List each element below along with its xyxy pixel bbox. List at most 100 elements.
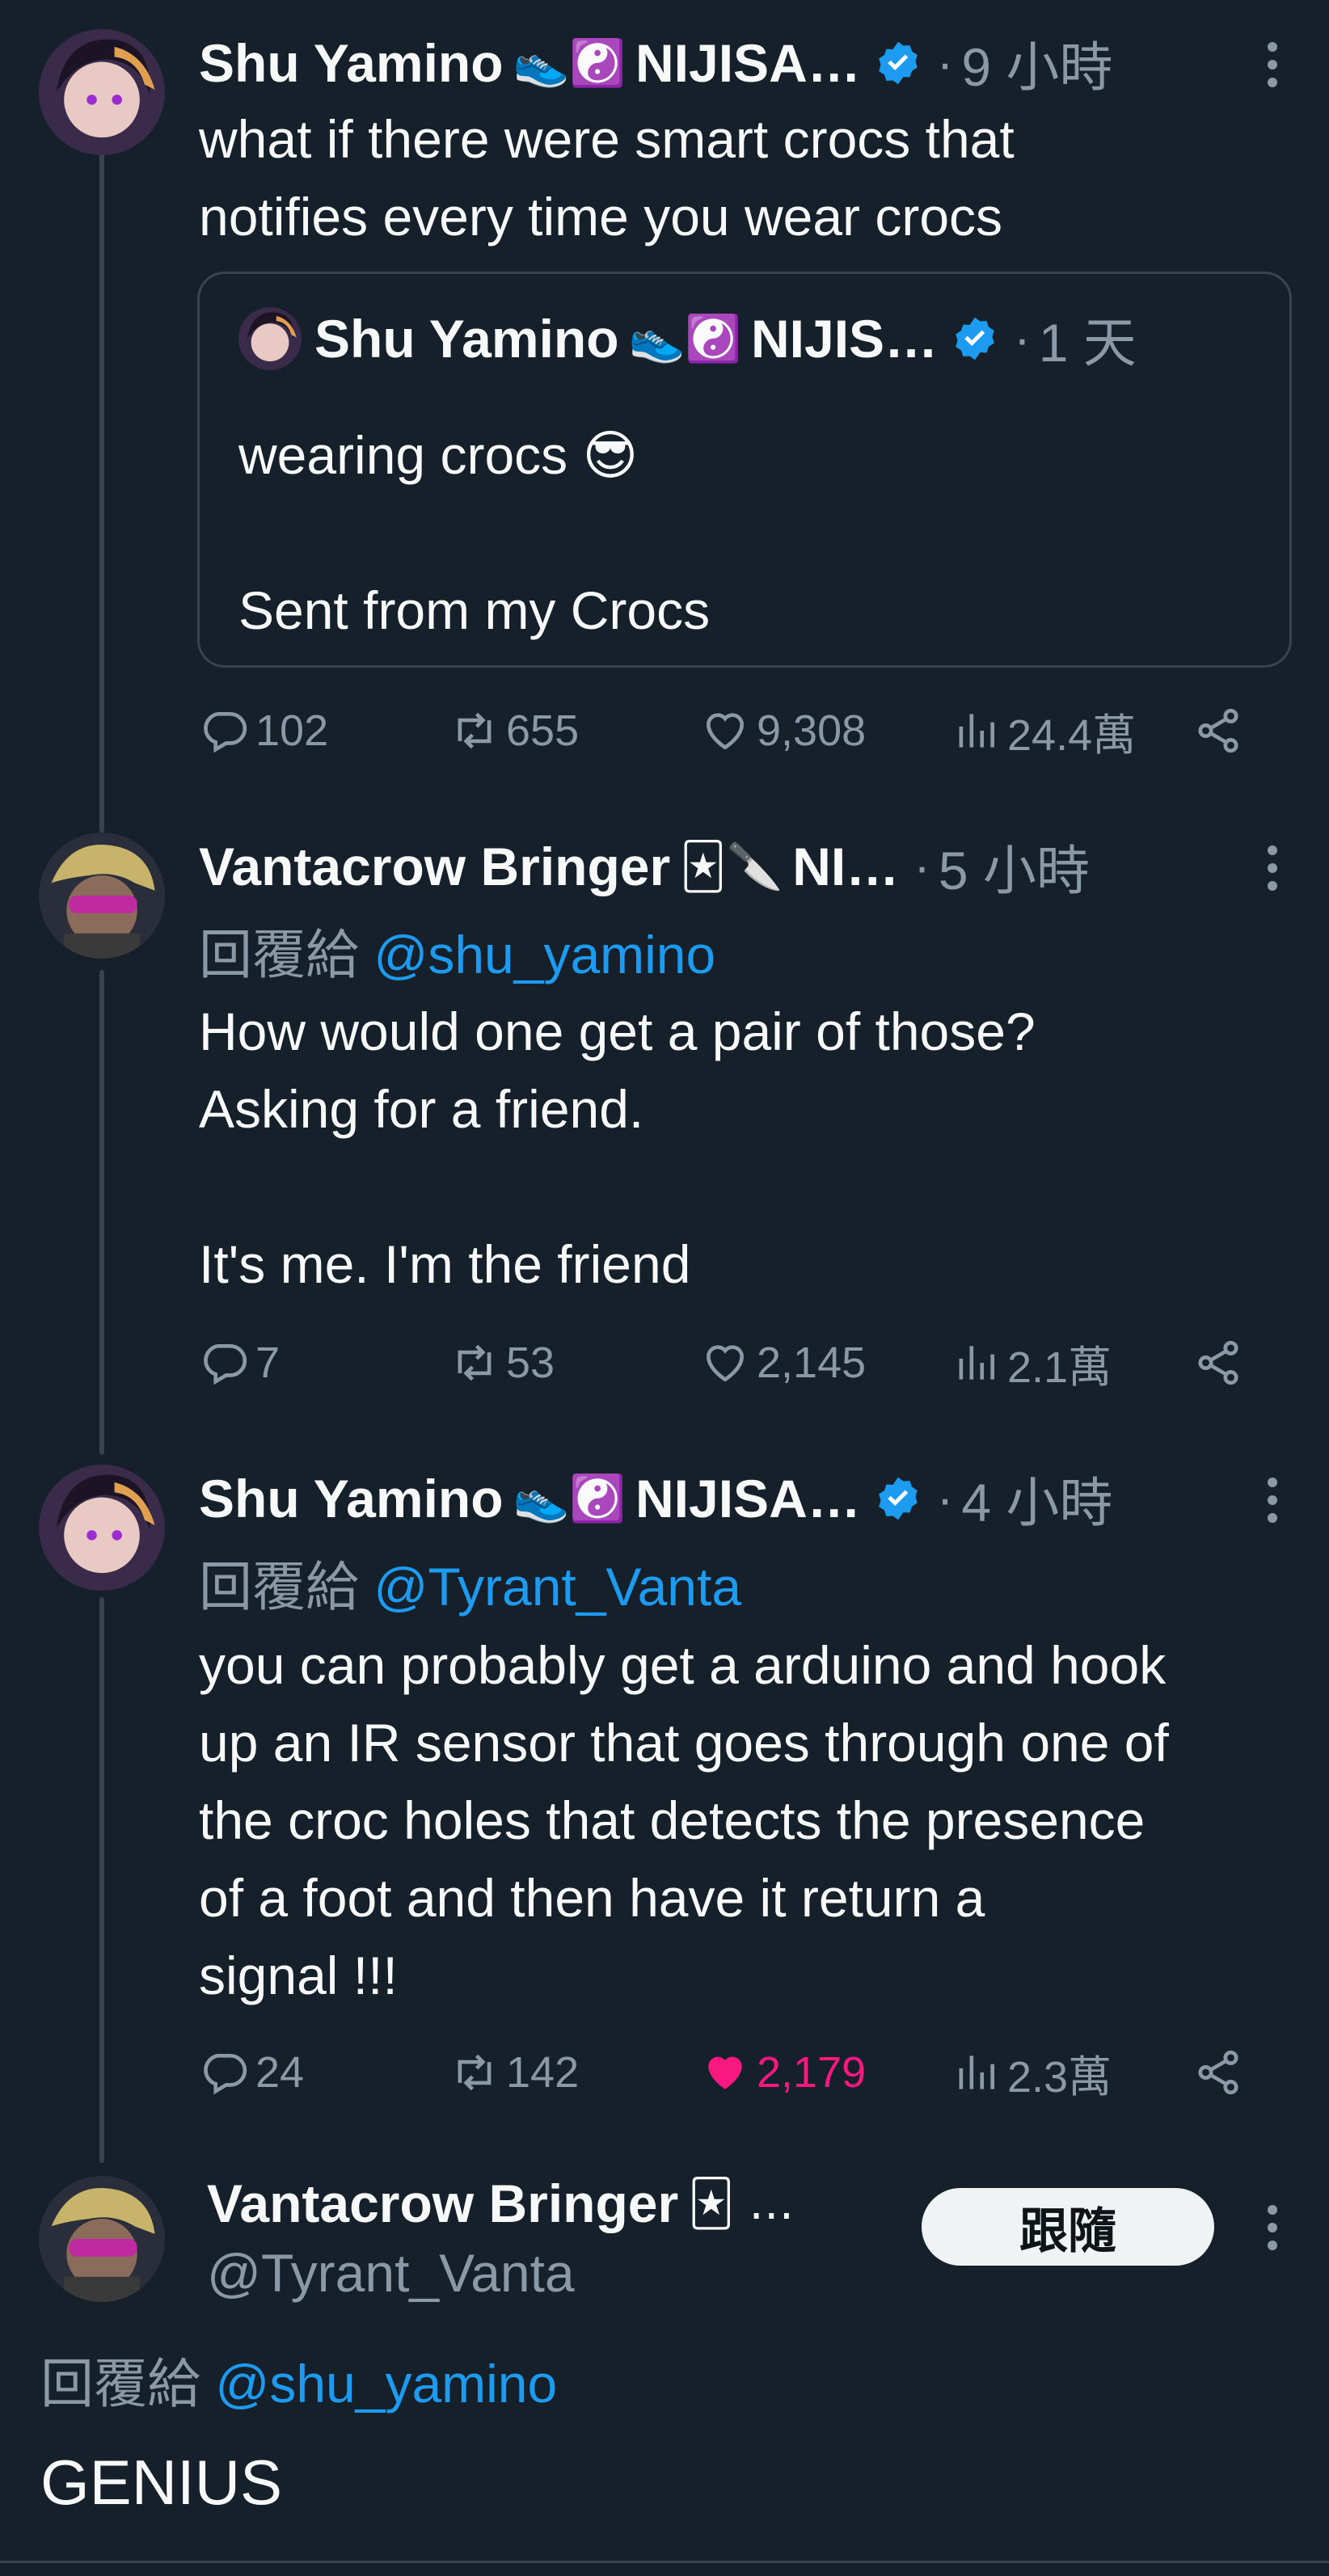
retweet-count: 142 xyxy=(506,2048,580,2097)
name-suffix[interactable]: NIJISA… xyxy=(635,1468,861,1529)
views-button[interactable]: 2.1萬 xyxy=(951,1330,1112,1395)
like-count: 2,179 xyxy=(757,2048,867,2097)
verified-badge-icon xyxy=(878,41,918,85)
retweet-button[interactable]: 53 xyxy=(449,1330,555,1395)
mention-link[interactable]: @Tyrant_Vanta xyxy=(373,1557,741,1617)
like-button[interactable]: 2,179 xyxy=(700,2040,866,2105)
avatar[interactable] xyxy=(39,833,165,959)
verified-badge-icon xyxy=(878,1477,918,1520)
reply-button[interactable]: 24 xyxy=(199,2040,304,2105)
share-icon xyxy=(1198,2050,1238,2095)
retweet-button[interactable]: 655 xyxy=(449,698,579,763)
reply-button[interactable]: 102 xyxy=(199,698,328,763)
reply-count: 102 xyxy=(255,706,329,755)
name-suffix[interactable]: NI… xyxy=(792,836,899,897)
thread-line xyxy=(99,154,104,833)
reply-prefix: 回覆給 xyxy=(40,2354,200,2414)
verified-badge-icon xyxy=(956,317,994,360)
like-count: 9,308 xyxy=(757,706,867,755)
quoted-tweet-text: wearing crocs 😎 Sent from my Crocs xyxy=(238,425,711,640)
reply-prefix: 回覆給 xyxy=(199,925,359,984)
heart-icon xyxy=(707,1345,744,1382)
name-suffix[interactable]: NIJISA… xyxy=(635,32,861,94)
reply-icon xyxy=(204,712,247,753)
reply-button[interactable]: 7 xyxy=(199,1330,280,1395)
display-name[interactable]: Vantacrow Bringer xyxy=(207,2173,678,2234)
more-options-icon[interactable] xyxy=(1268,42,1284,87)
user-handle[interactable]: @Tyrant_Vanta xyxy=(207,2242,575,2304)
more-options-icon[interactable] xyxy=(1268,845,1284,891)
retweet-icon xyxy=(458,2054,492,2091)
timestamp[interactable]: 4 小時 xyxy=(961,1460,1112,1537)
thread-line xyxy=(99,1597,104,2163)
tweet-header: Shu Yamino 👟☯️ NIJISA… · 9 小時 xyxy=(199,31,1329,97)
name-emojis: 👟☯️ xyxy=(513,1473,626,1525)
heart-filled-icon xyxy=(708,2056,742,2089)
separator-dot: · xyxy=(936,1470,954,1527)
timestamp: 1 天 xyxy=(1038,313,1137,373)
reply-count: 7 xyxy=(255,1339,281,1387)
view-count: 2.1萬 xyxy=(1007,1343,1112,1392)
more-options-icon[interactable] xyxy=(1268,2205,1284,2250)
name-suffix: NIJIS… xyxy=(751,309,939,369)
tweet-text: you can probably get a arduino and hook … xyxy=(199,1635,1169,2005)
tweet-text: How would one get a pair of those? Askin… xyxy=(199,1001,1036,1294)
separator-dot: · xyxy=(913,838,930,895)
view-count: 2.3萬 xyxy=(1007,2052,1112,2102)
mention-link[interactable]: @shu_yamino xyxy=(373,925,715,984)
focused-tweet-text: GENIUS xyxy=(40,2447,283,2518)
more-options-icon[interactable] xyxy=(1268,1478,1284,1523)
reply-icon xyxy=(204,1344,247,1385)
name-emojis: 👟☯️ xyxy=(513,37,626,90)
share-icon xyxy=(1198,708,1238,753)
tweet-text: what if there were smart crocs that noti… xyxy=(199,109,1015,247)
avatar[interactable] xyxy=(39,29,165,155)
share-button[interactable] xyxy=(1193,1330,1250,1395)
conversation-thread: Shu Yamino 👟☯️ NIJISA… · 9 小時 what if th… xyxy=(0,0,1329,2576)
quoted-tweet-header: Shu Yamino 👟☯️ NIJIS… · 1 天 xyxy=(238,306,1137,373)
timestamp[interactable]: 9 小時 xyxy=(961,24,1112,102)
reply-prefix: 回覆給 xyxy=(199,1557,359,1617)
like-button[interactable]: 9,308 xyxy=(700,698,866,763)
divider xyxy=(0,2561,1329,2563)
reply-count: 24 xyxy=(255,2048,305,2097)
retweet-icon xyxy=(458,712,492,749)
share-button[interactable] xyxy=(1193,698,1250,763)
like-button[interactable]: 2,145 xyxy=(700,1330,866,1395)
thread-line xyxy=(99,970,104,1455)
reply-icon xyxy=(204,2054,247,2095)
reply-to-line: 回覆給 @shu_yamino xyxy=(199,912,715,989)
retweet-count: 655 xyxy=(506,706,580,755)
views-button[interactable]: 24.4萬 xyxy=(951,698,1136,763)
follow-button[interactable]: 跟隨 xyxy=(922,2188,1214,2266)
reply-to-line: 回覆給 @shu_yamino xyxy=(40,2341,557,2418)
views-icon xyxy=(959,2055,994,2089)
retweet-icon xyxy=(458,1344,492,1381)
name-emojis: 🃏🔪 xyxy=(680,841,783,893)
quoted-tweet[interactable]: Shu Yamino 👟☯️ NIJIS… · 1 天 wearing croc… xyxy=(197,272,1292,668)
views-icon xyxy=(959,1346,994,1380)
view-count: 24.4萬 xyxy=(1007,710,1137,760)
share-icon xyxy=(1198,1340,1238,1385)
display-name: Shu Yamino xyxy=(314,309,619,369)
tweet-actions: 102 655 9,308 24.4萬 xyxy=(199,698,1266,763)
separator-dot: · xyxy=(936,35,954,91)
like-count: 2,145 xyxy=(757,1339,867,1387)
name-emojis: 🃏 … xyxy=(688,2177,795,2230)
mention-link[interactable]: @shu_yamino xyxy=(215,2354,557,2414)
display-name[interactable]: Shu Yamino xyxy=(199,32,504,94)
retweet-button[interactable]: 142 xyxy=(449,2040,579,2105)
avatar[interactable] xyxy=(39,2176,165,2302)
share-button[interactable] xyxy=(1193,2040,1250,2105)
avatar xyxy=(238,307,302,370)
timestamp[interactable]: 5 小時 xyxy=(939,828,1090,905)
separator-dot: · xyxy=(1014,310,1031,367)
avatar[interactable] xyxy=(39,1465,165,1591)
views-button[interactable]: 2.3萬 xyxy=(951,2040,1112,2105)
views-icon xyxy=(959,714,994,748)
display-name[interactable]: Shu Yamino xyxy=(199,1468,504,1529)
display-name[interactable]: Vantacrow Bringer xyxy=(199,836,670,897)
tweet-header: Vantacrow Bringer 🃏🔪 NI… · 5 小時 xyxy=(199,834,1329,900)
name-emojis: 👟☯️ xyxy=(628,313,741,365)
heart-icon xyxy=(707,713,744,750)
